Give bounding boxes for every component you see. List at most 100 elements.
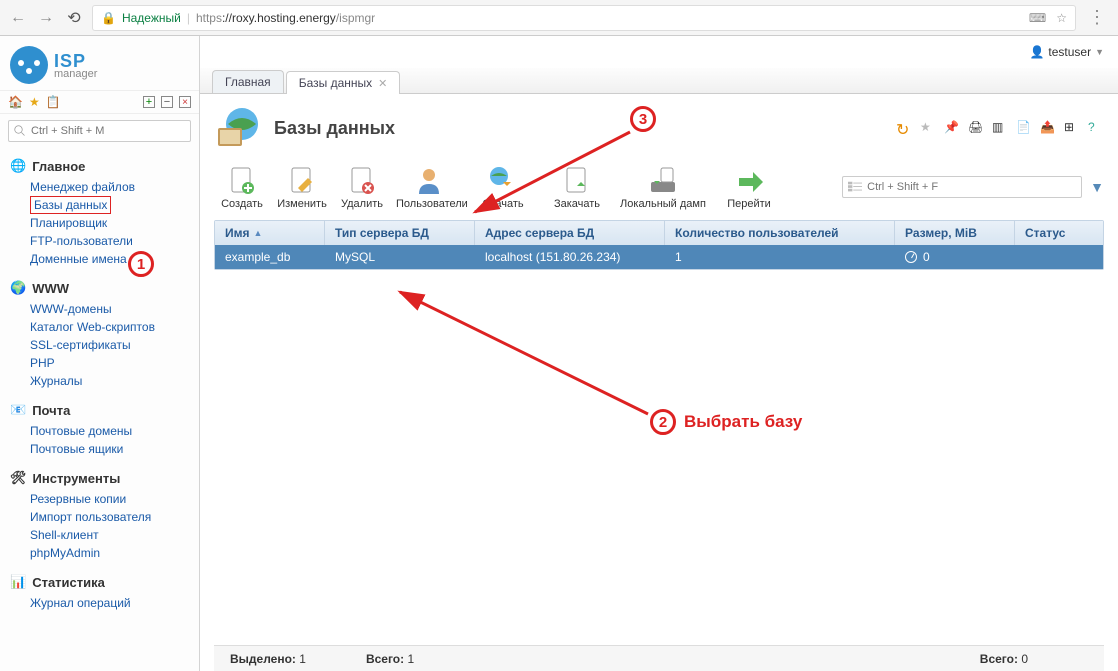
annotation-2-text: Выбрать базу (684, 412, 802, 432)
plus-icon[interactable]: + (143, 96, 155, 108)
browser-chrome: ← → ⟲ 🔒 Надежный | https://roxy.hosting.… (0, 0, 1118, 36)
status-tot-val: 1 (407, 652, 414, 666)
col-header-addr[interactable]: Адрес сервера БД (475, 221, 665, 245)
print-icon[interactable]: 🖨 (968, 120, 984, 136)
close-tab-icon[interactable]: ✕ (378, 77, 387, 90)
minus-icon[interactable]: − (161, 96, 173, 108)
create-doc-icon (226, 164, 258, 196)
delete-button[interactable]: Удалить (334, 162, 390, 212)
create-button[interactable]: Создать (214, 162, 270, 212)
lock-icon: 🔒 (101, 11, 116, 25)
annotation-2: 2 (650, 409, 676, 435)
menu-dots-icon[interactable]: ⋮ (1084, 7, 1110, 28)
users-button[interactable]: Пользователи (394, 162, 464, 212)
logo-icon (10, 46, 48, 84)
filter-input[interactable] (842, 176, 1082, 198)
fav-star-icon[interactable]: ★ (29, 95, 40, 109)
url-bar[interactable]: 🔒 Надежный | https://roxy.hosting.energy… (92, 5, 1076, 31)
go-arrow-icon (733, 164, 765, 196)
close-panel-icon[interactable]: × (179, 96, 191, 108)
edit-button[interactable]: Изменить (274, 162, 330, 212)
col-header-type[interactable]: Тип сервера БД (325, 221, 475, 245)
statusbar: Выделено: 1 Всего: 1 Всего: 0 (214, 645, 1104, 671)
stats-icon: 📊 (10, 574, 26, 590)
download-button[interactable]: Скачать (468, 162, 538, 212)
settings-columns-icon[interactable]: ▥ (992, 120, 1008, 136)
cell-size: 0 (895, 245, 1015, 269)
upload-button[interactable]: Закачать (542, 162, 612, 212)
status-tot-label: Всего: (366, 652, 404, 666)
tab-databases[interactable]: Базы данных ✕ (286, 71, 401, 94)
cell-type: MySQL (325, 245, 475, 269)
nav-item-web-scripts[interactable]: Каталог Web-скриптов (30, 318, 199, 336)
nav-item-domains[interactable]: Доменные имена (30, 250, 199, 268)
url-text: https://roxy.hosting.energy/ispmgr (196, 11, 375, 25)
filter-funnel-icon[interactable]: ▼ (1090, 179, 1104, 195)
user-dropdown-icon[interactable]: ▼ (1095, 47, 1104, 57)
nav-item-php[interactable]: PHP (30, 354, 199, 372)
nav-item-mailboxes[interactable]: Почтовые ящики (30, 440, 199, 458)
nav-item-ssl[interactable]: SSL-сертификаты (30, 336, 199, 354)
tools-icon: 🛠 (10, 470, 27, 486)
status-sel-label: Выделено: (230, 652, 296, 666)
edit-doc-icon (286, 164, 318, 196)
nav-item-import-user[interactable]: Импорт пользователя (30, 508, 199, 526)
nav-item-shell[interactable]: Shell-клиент (30, 526, 199, 544)
reload-icon[interactable]: ⟲ (64, 8, 84, 28)
tab-home[interactable]: Главная (212, 70, 284, 93)
nav-item-scheduler[interactable]: Планировщик (30, 214, 199, 232)
www-icon: 🌍 (10, 280, 26, 296)
col-header-status[interactable]: Статус (1015, 221, 1103, 245)
nav-item-files[interactable]: Менеджер файлов (30, 178, 199, 196)
annotation-arrow-2 (390, 284, 655, 424)
user-icon (413, 164, 445, 196)
table-row[interactable]: example_db MySQL localhost (151.80.26.23… (215, 245, 1103, 269)
home-icon[interactable]: 🏠 (8, 95, 23, 109)
go-button[interactable]: Перейти (714, 162, 784, 212)
logo-text-2: manager (54, 68, 97, 80)
favorite-icon[interactable]: ★ (920, 120, 936, 136)
star-icon[interactable]: ☆ (1056, 11, 1067, 25)
upload-icon (561, 164, 593, 196)
sort-asc-icon: ▲ (254, 228, 263, 238)
nav-section-main[interactable]: 🌐Главное (0, 152, 199, 176)
nav-section-mail[interactable]: 📧Почта (0, 396, 199, 420)
localdump-icon (647, 164, 679, 196)
col-header-size[interactable]: Размер, MiB (895, 221, 1015, 245)
clipboard-icon[interactable]: 📋 (46, 95, 61, 109)
cell-addr: localhost (151.80.26.234) (475, 245, 665, 269)
nav-section-www[interactable]: 🌍WWW (0, 274, 199, 298)
sidebar: ISP manager 🏠 ★ 📋 + − × 🌐Главное Мене (0, 36, 200, 671)
nav-item-backups[interactable]: Резервные копии (30, 490, 199, 508)
tabstrip: Главная Базы данных ✕ (200, 68, 1118, 94)
nav-section-stats[interactable]: 📊Статистика (0, 568, 199, 592)
refresh-icon[interactable]: ↻ (896, 120, 912, 136)
sidebar-search-input[interactable] (8, 120, 191, 142)
col-header-name[interactable]: Имя ▲ (215, 221, 325, 245)
nav-item-mail-domains[interactable]: Почтовые домены (30, 422, 199, 440)
nav-item-logs[interactable]: Журналы (30, 372, 199, 390)
localdump-button[interactable]: Локальный дамп (616, 162, 710, 212)
nav-item-databases[interactable]: Базы данных (30, 196, 111, 214)
status-tot2-label: Всего: (980, 652, 1018, 666)
back-icon[interactable]: ← (8, 8, 28, 28)
forward-icon: → (36, 8, 56, 28)
username[interactable]: testuser (1048, 45, 1091, 59)
pin-icon[interactable]: 📌 (944, 120, 960, 136)
export-icon[interactable]: 📤 (1040, 120, 1056, 136)
delete-doc-icon (346, 164, 378, 196)
nav-item-oplog[interactable]: Журнал операций (30, 594, 199, 612)
secure-label: Надежный (122, 11, 181, 25)
mini-toolbar: 🏠 ★ 📋 + − × (0, 90, 199, 114)
nav-item-phpmyadmin[interactable]: phpMyAdmin (30, 544, 199, 562)
nav-section-tools[interactable]: 🛠Инструменты (0, 464, 199, 488)
nav-item-www-domains[interactable]: WWW-домены (30, 300, 199, 318)
keyboard-icon[interactable]: ⌨ (1029, 11, 1046, 25)
grid-settings-icon[interactable]: ⊞ (1064, 120, 1080, 136)
help-icon[interactable]: ? (1088, 120, 1104, 136)
nav-item-ftp-users[interactable]: FTP-пользователи (30, 232, 199, 250)
col-header-users[interactable]: Количество пользователей (665, 221, 895, 245)
copy-icon[interactable]: 📄 (1016, 120, 1032, 136)
cell-status (1015, 245, 1103, 269)
status-tot2-val: 0 (1021, 652, 1028, 666)
